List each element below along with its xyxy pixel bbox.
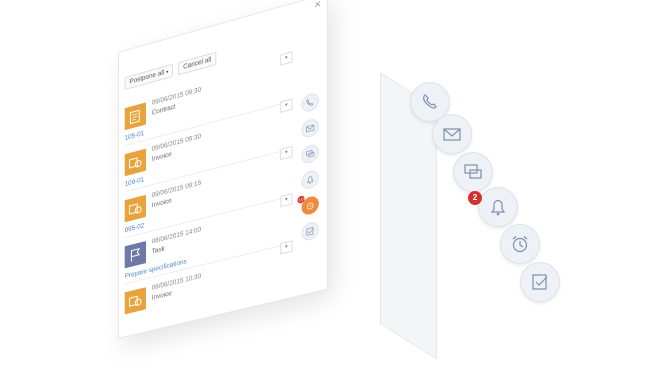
task-icon[interactable] <box>520 262 560 302</box>
invoice-icon <box>124 148 146 177</box>
item-link[interactable]: 105-01 <box>125 130 145 142</box>
alarm-clock-icon[interactable]: 10 <box>297 194 319 217</box>
notification-badge: 10 <box>297 195 305 205</box>
item-dropdown[interactable]: ▾ <box>280 240 293 255</box>
notification-badge: 2 <box>468 191 482 205</box>
mail-icon[interactable] <box>301 117 319 140</box>
scene: × Postpone all ▾ Cancel all ▾ 09/06/2015 … <box>0 0 650 375</box>
chat-icon[interactable] <box>301 142 319 165</box>
invoice-icon <box>124 287 146 315</box>
item-dropdown[interactable]: ▾ <box>280 145 293 161</box>
item-link[interactable]: 095-02 <box>125 222 145 234</box>
item-label: Task <box>151 245 165 256</box>
mail-icon[interactable] <box>432 114 472 154</box>
item-time: 09/06/2015 09:30 <box>151 86 202 107</box>
item-dropdown[interactable]: ▾ <box>280 193 293 208</box>
bell-icon[interactable] <box>478 187 518 227</box>
task-icon[interactable] <box>301 220 319 243</box>
phone-icon[interactable] <box>301 91 319 114</box>
item-link[interactable]: 109-01 <box>125 176 145 188</box>
mini-action-column: 10 <box>297 91 319 243</box>
chevron-down-icon: ▾ <box>166 69 169 76</box>
item-dropdown[interactable]: ▾ <box>280 98 293 113</box>
cancel-all-button[interactable]: Cancel all <box>178 51 217 76</box>
item-dropdown[interactable]: ▾ <box>280 51 293 66</box>
item-label: Invoice <box>151 197 172 210</box>
close-button[interactable]: × <box>314 0 321 12</box>
bell-icon[interactable] <box>301 168 319 191</box>
alarm-clock-icon[interactable] <box>500 224 540 264</box>
item-label: Invoice <box>151 150 172 164</box>
reminder-panel: × Postpone all ▾ Cancel all ▾ 09/06/2015 … <box>118 0 329 340</box>
chat-icon[interactable] <box>453 152 493 192</box>
item-label: Invoice <box>151 290 172 302</box>
document-icon <box>124 102 146 131</box>
invoice-icon <box>124 194 146 223</box>
postpone-all-label: Postpone all <box>129 69 165 86</box>
flag-icon <box>124 241 146 269</box>
postpone-all-button[interactable]: Postpone all ▾ <box>124 63 174 91</box>
